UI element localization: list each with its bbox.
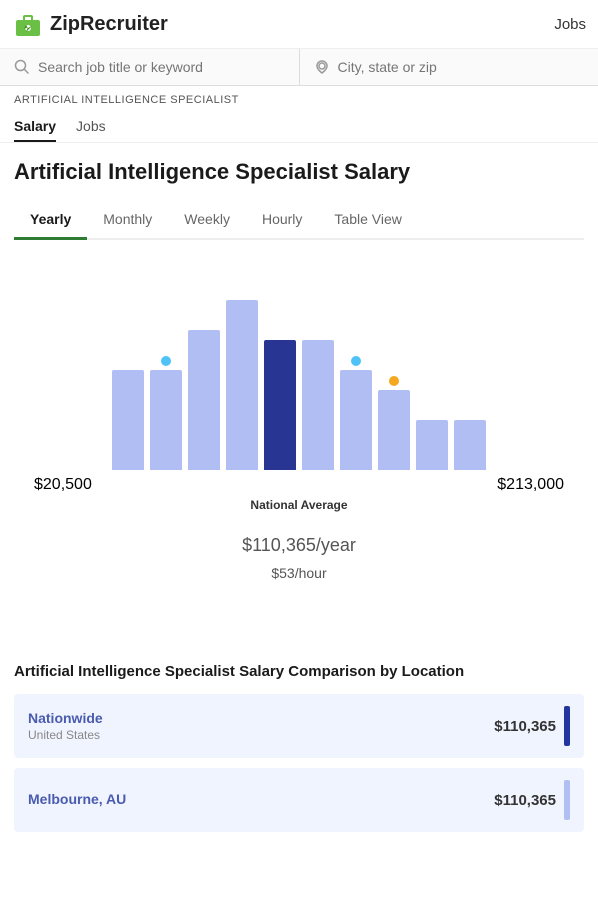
comparison-row-melbourne: Melbourne, AU $110,365 (14, 768, 584, 832)
bar-6 (302, 340, 334, 470)
dot-7 (351, 356, 361, 366)
comparison-row-nationwide: Nationwide United States $110,365 (14, 694, 584, 758)
bar-7 (340, 370, 372, 470)
page-title: Artificial Intelligence Specialist Salar… (14, 159, 584, 185)
header-jobs-link[interactable]: Jobs (554, 16, 586, 33)
location-search-input[interactable] (338, 59, 585, 75)
bar-8 (378, 390, 410, 470)
main-content: Artificial Intelligence Specialist Salar… (0, 143, 598, 643)
bar-group-7 (340, 370, 372, 470)
chart-max-label: $213,000 (497, 476, 564, 494)
tab-weekly[interactable]: Weekly (168, 203, 246, 240)
bar-group-3 (188, 330, 220, 470)
chart-min-label: $20,500 (34, 476, 92, 494)
ziprecruiter-logo-icon (12, 8, 44, 40)
logo: ZipRecruiter (12, 8, 168, 40)
comparison-section: Artificial Intelligence Specialist Salar… (0, 643, 598, 862)
bar-group-2 (150, 370, 182, 470)
salary-hourly-display: $53/hour (24, 562, 574, 583)
salary-yearly-amount: $110,365 (242, 535, 316, 555)
tab-salary[interactable]: Salary (14, 118, 56, 142)
tab-monthly[interactable]: Monthly (87, 203, 168, 240)
bar-group-4 (226, 300, 258, 470)
comparison-salary-melbourne: $110,365 (494, 780, 570, 820)
dot-2 (161, 356, 171, 366)
bar-4 (226, 300, 258, 470)
location-search-field (300, 49, 598, 85)
bar-5-national (264, 340, 296, 470)
bar-group-1 (112, 370, 144, 470)
section-tabs: Salary Jobs (0, 114, 598, 143)
salary-yearly-suffix: /year (316, 535, 356, 555)
bar-group-5-national (264, 340, 296, 470)
tab-jobs[interactable]: Jobs (76, 118, 106, 142)
bar-1 (112, 370, 144, 470)
header: ZipRecruiter Jobs (0, 0, 598, 49)
salary-yearly-display: $110,365/year (24, 518, 574, 560)
bar-3 (188, 330, 220, 470)
dot-8-orange (389, 376, 399, 386)
melbourne-bar (564, 780, 570, 820)
breadcrumb: ARTIFICIAL INTELLIGENCE SPECIALIST (0, 86, 598, 114)
tab-table-view[interactable]: Table View (318, 203, 417, 240)
location-icon (314, 59, 330, 75)
bar-group-6 (302, 340, 334, 470)
nationwide-amount: $110,365 (494, 718, 556, 735)
period-tabs: Yearly Monthly Weekly Hourly Table View (14, 203, 584, 240)
location-sub-nationwide: United States (28, 728, 103, 742)
salary-chart: $20,500 $213,000 National Average $110,3… (14, 250, 584, 643)
salary-hourly-amount: $53 (271, 565, 294, 581)
job-search-field (0, 49, 300, 85)
chart-bars (24, 270, 574, 470)
location-name-melbourne: Melbourne, AU (28, 791, 126, 807)
bar-group-8 (378, 390, 410, 470)
search-icon (14, 59, 30, 75)
location-name-nationwide: Nationwide (28, 710, 103, 726)
job-search-input[interactable] (38, 59, 285, 75)
comparison-title: Artificial Intelligence Specialist Salar… (14, 663, 584, 680)
comparison-info-nationwide: Nationwide United States (28, 710, 103, 742)
bar-9 (416, 420, 448, 470)
tab-yearly[interactable]: Yearly (14, 203, 87, 240)
logo-text: ZipRecruiter (50, 13, 168, 36)
bar-10 (454, 420, 486, 470)
tab-hourly[interactable]: Hourly (246, 203, 318, 240)
salary-hourly-suffix: /hour (295, 565, 327, 581)
melbourne-amount: $110,365 (494, 792, 556, 809)
bar-2 (150, 370, 182, 470)
comparison-salary-nationwide: $110,365 (494, 706, 570, 746)
bar-group-9 (416, 420, 448, 470)
bar-group-10 (454, 420, 486, 470)
national-avg-label: National Average (24, 498, 574, 512)
chart-axis-labels: $20,500 $213,000 (24, 470, 574, 494)
search-bar (0, 49, 598, 86)
comparison-info-melbourne: Melbourne, AU (28, 791, 126, 809)
nationwide-bar (564, 706, 570, 746)
